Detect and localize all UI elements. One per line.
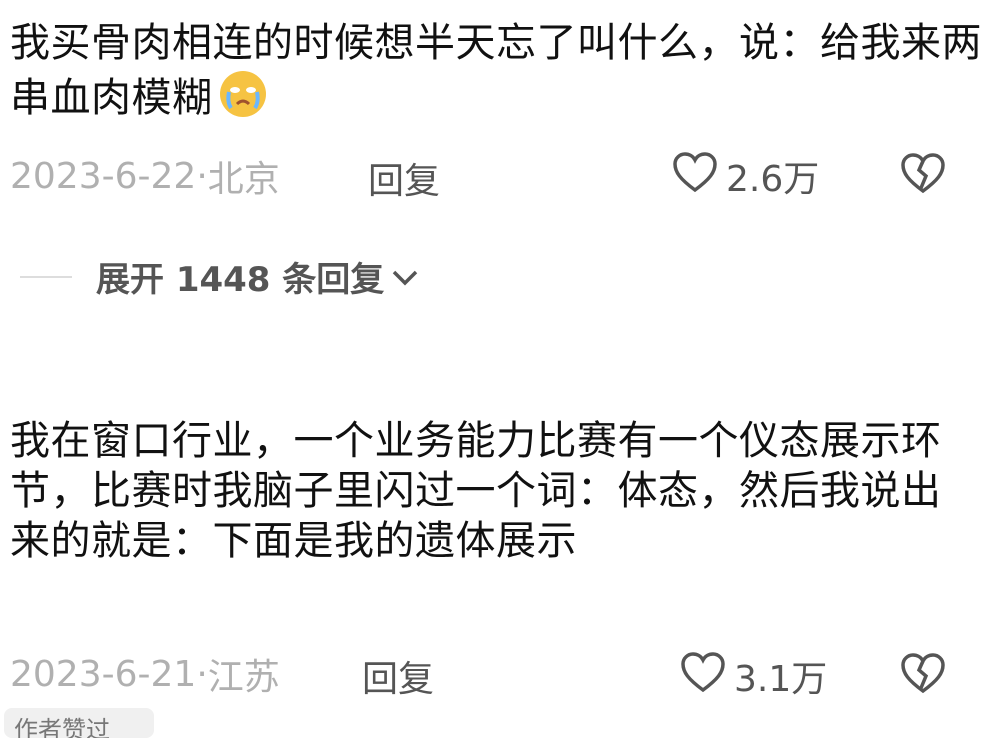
meta-dot: · [196, 653, 208, 695]
comment-body: 我买骨肉相连的时候想半天忘了叫什么，说：给我来两串血肉模糊 [10, 20, 982, 121]
broken-heart-icon [900, 653, 946, 698]
like-button[interactable]: 3.1万 [680, 650, 827, 702]
comment-location: 北京 [207, 159, 280, 200]
dislike-button[interactable] [900, 652, 946, 698]
comment-text: 我在窗口行业，一个业务能力比赛有一个仪态展示环节，比赛时我脑子里闪过一个词：体态… [10, 418, 942, 564]
like-button[interactable]: 2.6万 [672, 150, 819, 202]
dislike-button[interactable] [900, 152, 946, 198]
expand-replies[interactable]: 展开 1448 条回复 [20, 252, 420, 301]
heart-icon [680, 651, 726, 702]
like-count: 2.6万 [726, 159, 820, 200]
reply-button[interactable]: 回复 [362, 650, 434, 702]
comment-location: 江苏 [207, 657, 280, 698]
comment-meta: 2023-6-21 · 江苏 [10, 650, 280, 699]
author-liked-label: 作者赞过 [14, 716, 110, 738]
expand-replies-label: 展开 1448 条回复 [96, 260, 385, 300]
broken-heart-icon [900, 153, 946, 198]
chevron-down-icon [390, 257, 420, 297]
comment-date: 2023-6-22 [10, 155, 197, 197]
comment-date: 2023-6-21 [10, 653, 197, 695]
comment-meta: 2023-6-22 · 北京 [10, 152, 280, 201]
heart-icon [672, 151, 718, 202]
comment-text: 我买骨肉相连的时候想半天忘了叫什么，说：给我来两串血肉模糊 [10, 18, 990, 132]
crying-face-emoji-icon [217, 68, 269, 132]
meta-dot: · [196, 155, 208, 197]
reply-button[interactable]: 回复 [368, 152, 440, 204]
like-count: 3.1万 [734, 659, 828, 700]
expand-replies-label-wrap: 展开 1448 条回复 [96, 252, 420, 301]
divider-line [20, 275, 72, 278]
author-liked-badge: 作者赞过 [4, 708, 154, 738]
